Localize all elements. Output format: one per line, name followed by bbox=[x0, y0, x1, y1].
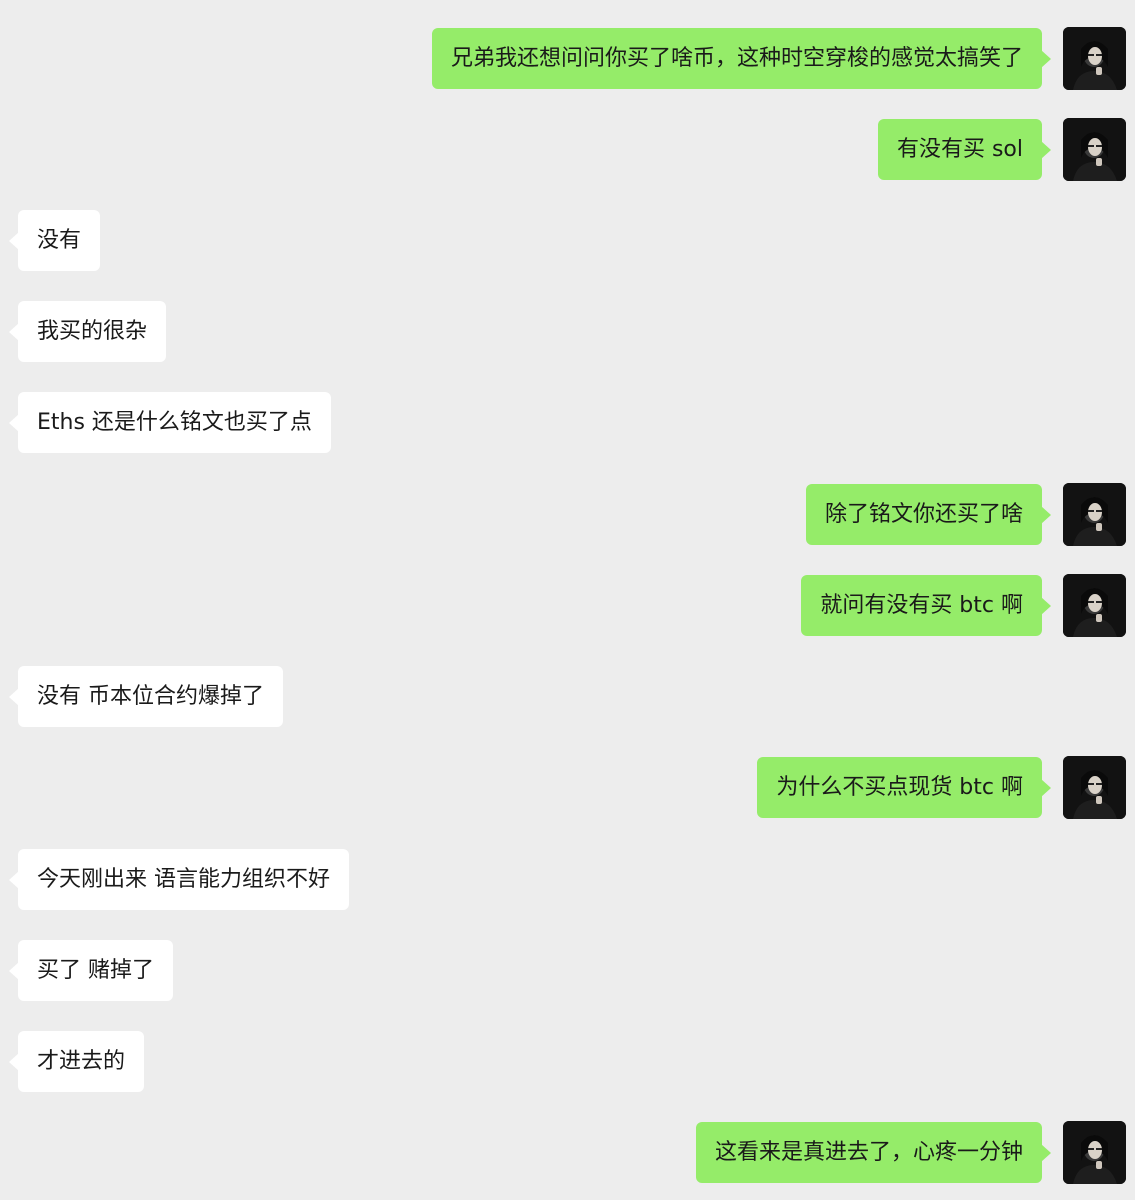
message-bubble-incoming[interactable]: 买了 赌掉了 bbox=[9, 940, 173, 1001]
avatar-icon[interactable] bbox=[1063, 1121, 1126, 1184]
message-bubble-outgoing[interactable]: 为什么不买点现货 btc 啊 bbox=[757, 757, 1051, 818]
message-text: 除了铭文你还买了啥 bbox=[824, 502, 1023, 527]
message-text: 有没有买 sol bbox=[896, 137, 1023, 162]
message-bubble-outgoing[interactable]: 有没有买 sol bbox=[877, 119, 1052, 180]
message-bubble-incoming[interactable]: 没有 bbox=[8, 210, 101, 271]
message-text: 没有 bbox=[37, 228, 82, 253]
message-bubble-incoming[interactable]: 我买的很杂 bbox=[8, 301, 167, 362]
chat-window: 兄弟我还想问问你买了啥币，这种时空穿梭的感觉太搞笑了 有没有买 sol 没有 我… bbox=[0, 0, 1135, 1200]
message-text: 才进去的 bbox=[37, 1049, 126, 1074]
message-bubble-incoming[interactable]: 没有 币本位合约爆掉了 bbox=[9, 666, 283, 727]
message-bubble-outgoing[interactable]: 除了铭文你还买了啥 bbox=[805, 484, 1052, 545]
message-text: Eths 还是什么铭文也买了点 bbox=[37, 410, 312, 435]
message-text: 兄弟我还想问问你买了啥币，这种时空穿梭的感觉太搞笑了 bbox=[450, 46, 1023, 71]
message-bubble-incoming[interactable]: 今天刚出来 语言能力组织不好 bbox=[9, 849, 349, 910]
avatar-icon[interactable] bbox=[1063, 574, 1126, 637]
avatar-icon[interactable] bbox=[1063, 27, 1126, 90]
message-text: 没有 币本位合约爆掉了 bbox=[37, 684, 264, 709]
avatar-icon[interactable] bbox=[1063, 756, 1126, 819]
message-bubble-outgoing[interactable]: 这看来是真进去了，心疼一分钟 bbox=[695, 1122, 1052, 1183]
message-bubble-outgoing[interactable]: 就问有没有买 btc 啊 bbox=[801, 575, 1051, 636]
avatar-icon[interactable] bbox=[1063, 483, 1126, 546]
avatar-icon[interactable] bbox=[1063, 118, 1126, 181]
message-text: 就问有没有买 btc 啊 bbox=[820, 593, 1023, 618]
message-bubble-incoming[interactable]: Eths 还是什么铭文也买了点 bbox=[9, 392, 331, 453]
message-bubble-incoming[interactable]: 才进去的 bbox=[8, 1031, 145, 1092]
message-text: 买了 赌掉了 bbox=[37, 958, 154, 983]
message-text: 今天刚出来 语言能力组织不好 bbox=[37, 867, 330, 892]
message-text: 这看来是真进去了，心疼一分钟 bbox=[714, 1140, 1023, 1165]
message-bubble-outgoing[interactable]: 兄弟我还想问问你买了啥币，这种时空穿梭的感觉太搞笑了 bbox=[431, 28, 1052, 89]
message-text: 为什么不买点现货 btc 啊 bbox=[776, 775, 1023, 800]
message-text: 我买的很杂 bbox=[37, 319, 148, 344]
